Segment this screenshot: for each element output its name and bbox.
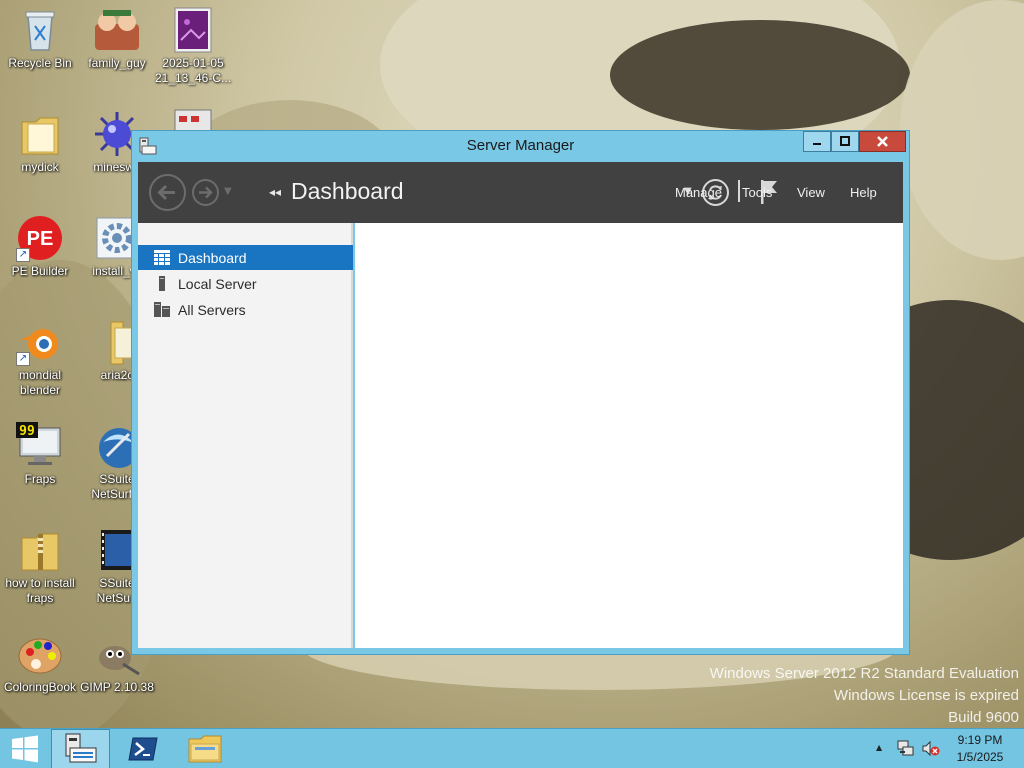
desktop-icon-label: PE Builder [11,264,69,278]
back-arrow-icon [157,184,175,201]
desktop-icon-recycle-bin[interactable]: Recycle Bin [0,6,80,71]
desktop-icon-label: mydick [21,160,59,174]
svg-text:PE: PE [27,228,54,250]
window-title-bar[interactable]: Server Manager [132,131,909,161]
desktop-icon-label: ColoringBook [3,680,77,694]
history-dropdown-icon[interactable]: ▼ [224,186,232,197]
watermark-build: Build 9600 [948,709,1019,726]
back-button[interactable] [149,174,186,211]
recycle-bin-icon [16,6,64,54]
servers-icon [154,302,170,317]
menu-view[interactable]: View [797,185,825,200]
minimize-icon [813,143,821,145]
folder-icon [16,110,64,158]
forward-button[interactable] [192,179,219,206]
powershell-icon [128,737,158,761]
toolbar-separator [738,180,740,202]
desktop-icon-pe-builder[interactable]: PE ↗ PE Builder [0,214,80,279]
desktop-icon-label: how to install fraps [5,576,75,605]
desktop-icon-family-guy[interactable]: family_guy [77,6,157,71]
windows-watermark: Windows Server 2012 R2 Standard Evaluati… [710,663,1019,729]
shortcut-arrow-icon: ↗ [16,248,30,262]
watermark-license: Windows License is expired [833,687,1019,704]
maximize-icon [840,136,850,146]
taskbar: ▲ 9:19 PM 1/5/2025 [0,728,1024,768]
windows-logo-icon [12,735,38,763]
nav-item-dashboard[interactable]: Dashboard [138,245,353,270]
server-manager-toolbar: ▼ ◂◂ Dashboard ▼ Manage Tools View Help [138,162,903,223]
desktop-icon-zip-folder[interactable]: how to install fraps [0,526,80,606]
minimize-button[interactable] [803,131,831,152]
desktop-icon-label: family_guy [88,56,146,70]
desktop-icon-blender[interactable]: ↗ mondial blender [0,318,80,398]
volume-muted-icon[interactable] [922,740,940,757]
navigation-pane: Dashboard Local Server All Servers [138,223,353,648]
close-button[interactable] [859,131,906,152]
zip-folder-icon [16,526,64,574]
palette-icon [16,630,64,678]
clock-time: 9:19 PM [957,733,1003,747]
breadcrumb-arrows-icon: ◂◂ [269,185,282,199]
forward-arrow-icon [199,186,213,199]
desktop-icon-label: Fraps [24,472,56,486]
watermark-edition: Windows Server 2012 R2 Standard Evaluati… [709,665,1019,682]
desktop-icon-screenshot-file[interactable]: 2025-01-05 21_13_46-C... [153,6,233,86]
network-icon[interactable] [897,740,915,757]
clock-date: 1/5/2025 [956,750,1004,764]
nav-item-label: All Servers [178,302,246,318]
shortcut-arrow-icon: ↗ [16,352,30,366]
server-icon [154,276,170,291]
dashboard-grid-icon [154,250,170,265]
desktop-icon-coloringbook[interactable]: ColoringBook [0,630,80,695]
desktop-icon-label: Recycle Bin [8,56,72,70]
breadcrumb-title: Dashboard [291,178,404,204]
dashboard-content-area [355,223,903,648]
server-manager-window: Server Manager ▼ ◂◂ Dashboard ▼ Manage T… [131,130,910,655]
taskbar-file-explorer[interactable] [175,729,235,768]
pe-builder-icon: PE ↗ [16,214,64,262]
menu-tools[interactable]: Tools [742,185,772,200]
family-guy-icon [93,6,141,54]
nav-item-local-server[interactable]: Local Server [138,271,353,296]
window-title: Server Manager [466,137,575,154]
maximize-button[interactable] [831,131,859,152]
svg-text:99: 99 [19,424,35,439]
menu-manage[interactable]: Manage [675,185,722,200]
blender-icon: ↗ [16,318,64,366]
desktop-icon-fraps[interactable]: 99 Fraps [0,422,80,487]
desktop-icon-label: 2025-01-05 21_13_46-C... [154,56,232,85]
nav-item-label: Local Server [178,276,257,292]
menu-help[interactable]: Help [850,185,877,200]
close-icon [877,136,888,147]
server-manager-taskbar-icon [65,733,97,763]
image-file-icon [169,6,217,54]
file-explorer-icon [188,735,222,763]
desktop-icon-label: GIMP 2.10.38 [80,680,154,694]
system-clock[interactable]: 9:19 PM 1/5/2025 [950,732,1010,766]
taskbar-server-manager[interactable] [51,729,110,768]
nav-item-label: Dashboard [178,250,247,266]
fraps-icon: 99 [16,422,64,470]
nav-item-all-servers[interactable]: All Servers [138,297,353,322]
taskbar-powershell[interactable] [113,729,173,768]
desktop-icon-label: mondial blender [18,368,62,397]
show-hidden-icons-button[interactable]: ▲ [876,743,882,752]
desktop-icon-folder[interactable]: mydick [0,110,80,175]
start-button[interactable] [0,729,50,768]
